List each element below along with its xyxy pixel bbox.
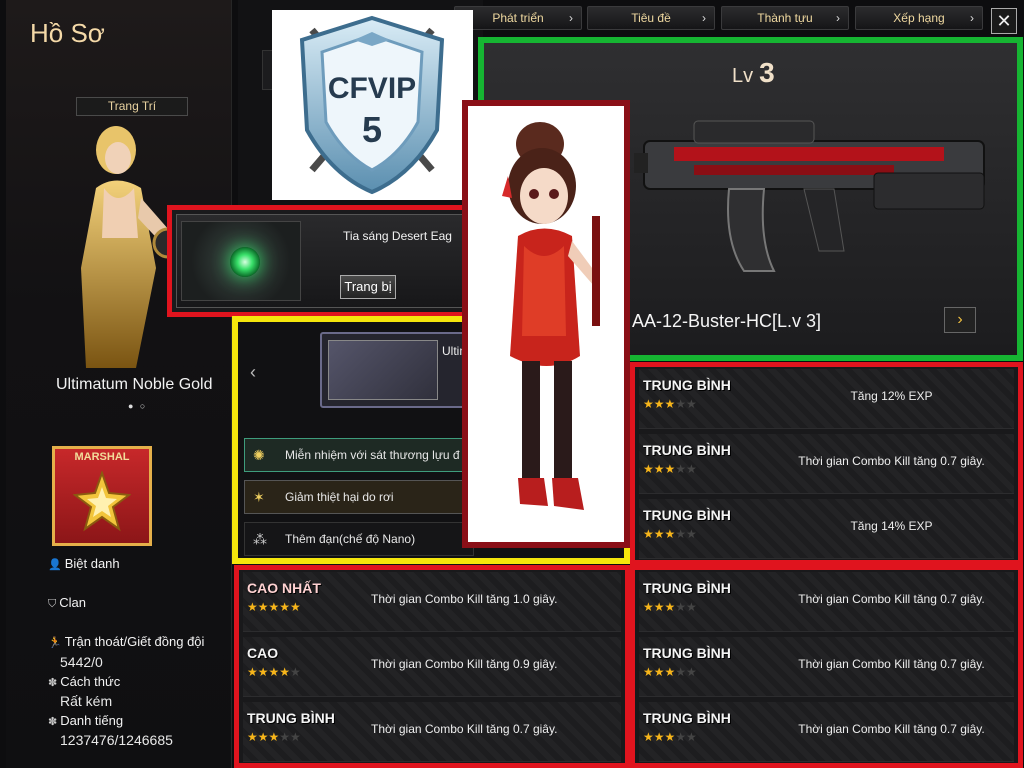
stat-row: TRUNG BÌNH ★★★★★ Thời gian Combo Kill tă…	[639, 434, 1014, 494]
stat-row: TRUNG BÌNH ★★★★★ Thời gian Combo Kill tă…	[639, 637, 1014, 697]
character-portrait	[462, 100, 630, 548]
grenade-immune-icon: ✺	[253, 447, 265, 463]
nickname-label: 👤 Biệt danh	[48, 556, 120, 571]
star-rating: ★★★★★	[247, 730, 301, 744]
stat-description: Tăng 14% EXP	[850, 519, 933, 533]
stat-row: CAO ★★★★★ Thời gian Combo Kill tăng 0.9 …	[243, 637, 621, 697]
reputation-label: ✽ Danh tiếng	[48, 713, 124, 728]
rank-badge: MARSHAL	[52, 446, 152, 546]
tab-development[interactable]: Phát triển ›	[454, 6, 582, 30]
carousel-dots[interactable]: ● ○	[128, 401, 147, 411]
chevron-left-icon[interactable]: ‹	[250, 362, 256, 383]
weapon-image	[634, 101, 1014, 291]
next-weapon-button[interactable]: ›	[944, 307, 976, 333]
shield-icon: ⛉	[48, 598, 57, 610]
tab-achievements[interactable]: Thành tựu ›	[721, 6, 849, 30]
green-orb-icon	[230, 247, 260, 277]
stat-description: Thời gian Combo Kill tăng 0.9 giây.	[371, 657, 558, 671]
running-icon: 🏃	[48, 637, 62, 649]
person-icon: 👤	[48, 559, 62, 571]
stat-row: TRUNG BÌNH ★★★★★ Tăng 12% EXP	[639, 369, 1014, 429]
character-name: Ultimatum Noble Gold	[56, 376, 213, 393]
tab-ranking[interactable]: Xếp hạng ›	[855, 6, 983, 30]
weapon-thumbnail	[181, 221, 301, 301]
skill-item[interactable]: ⁂ Thêm đạn(chế độ Nano)	[244, 522, 474, 556]
weapon-name: AA-12-Buster-HC[L.v 3]	[632, 311, 822, 331]
reputation-value: 1237476/1246685	[60, 732, 173, 748]
escape-kill-value: 5442/0	[60, 654, 103, 670]
stat-row: TRUNG BÌNH ★★★★★ Tăng 14% EXP	[639, 499, 1014, 559]
stat-panel-left-bottom: CAO NHẤT ★★★★★ Thời gian Combo Kill tăng…	[234, 565, 630, 768]
stat-description: Thời gian Combo Kill tăng 0.7 giây.	[798, 657, 985, 671]
profile-panel: Hồ Sơ Trang Trí Ultimatum Noble Gold ● ○…	[6, 0, 232, 768]
stat-row: CAO NHẤT ★★★★★ Thời gian Combo Kill tăng…	[243, 572, 621, 632]
clan-label: ⛉ Clan	[48, 595, 86, 610]
stat-description: Thời gian Combo Kill tăng 0.7 giây.	[798, 722, 985, 736]
star-rating: ★★★★★	[247, 665, 301, 679]
rank-label: MARSHAL	[74, 451, 130, 463]
close-button[interactable]: ✕	[991, 8, 1017, 34]
profile-title: Hồ Sơ	[30, 18, 105, 48]
chevron-right-icon: ›	[836, 11, 840, 25]
svg-text:5: 5	[362, 109, 382, 150]
stat-panel-right-bottom: TRUNG BÌNH ★★★★★ Thời gian Combo Kill tă…	[630, 565, 1023, 768]
stat-description: Thời gian Combo Kill tăng 0.7 giây.	[371, 722, 558, 736]
stat-description: Thời gian Combo Kill tăng 1.0 giây.	[371, 592, 558, 606]
stat-panel-right-top: TRUNG BÌNH ★★★★★ Tăng 12% EXP TRUNG BÌNH…	[630, 362, 1023, 565]
weapon-card: Tia sáng Desert Eag Trang bị	[167, 205, 472, 317]
behavior-label: ✽ Cách thức	[48, 674, 121, 689]
stat-description: Thời gian Combo Kill tăng 0.7 giây.	[798, 592, 985, 606]
tier-label: TRUNG BÌNH	[247, 710, 335, 726]
decoration-label[interactable]: Trang Trí	[76, 97, 188, 116]
escape-kill-label: 🏃 Trận thoát/Giết đồng đội	[48, 634, 205, 649]
behavior-value: Rất kém	[60, 693, 113, 709]
tier-label: CAO NHẤT	[247, 580, 321, 596]
skill-item[interactable]: ✶ Giảm thiệt hại do rơi	[244, 480, 474, 514]
stat-description: Thời gian Combo Kill tăng 0.7 giây.	[798, 454, 985, 468]
weapon-card-name: Tia sáng Desert Eag	[343, 229, 452, 243]
rank-star-icon	[73, 471, 131, 532]
chevron-right-icon: ›	[970, 11, 974, 25]
stat-row: TRUNG BÌNH ★★★★★ Thời gian Combo Kill tă…	[243, 702, 621, 762]
stat-description: Tăng 12% EXP	[850, 389, 933, 403]
stat-row: TRUNG BÌNH ★★★★★ Thời gian Combo Kill tă…	[639, 572, 1014, 632]
ammo-icon: ⁂	[253, 531, 267, 547]
flower-icon: ✽	[48, 716, 58, 728]
tier-label: CAO	[247, 645, 279, 661]
svg-text:CFVIP: CFVIP	[328, 72, 416, 105]
flower-icon: ✽	[48, 677, 58, 689]
stat-row: TRUNG BÌNH ★★★★★ Thời gian Combo Kill tă…	[639, 702, 1014, 762]
tab-titles[interactable]: Tiêu đề ›	[587, 6, 715, 30]
skill-item[interactable]: ✺ Miễn nhiệm với sát thương lựu đ	[244, 438, 474, 472]
chevron-right-icon: ›	[702, 11, 706, 25]
equip-button[interactable]: Trang bị	[340, 275, 396, 299]
weapon-level: Lv 3	[732, 57, 775, 88]
star-rating: ★★★★★	[247, 600, 301, 614]
vip-logo: CFVIP 5	[272, 10, 473, 200]
chevron-right-icon: ›	[569, 11, 573, 25]
fall-damage-icon: ✶	[253, 489, 265, 505]
character-set-portrait	[328, 340, 438, 400]
